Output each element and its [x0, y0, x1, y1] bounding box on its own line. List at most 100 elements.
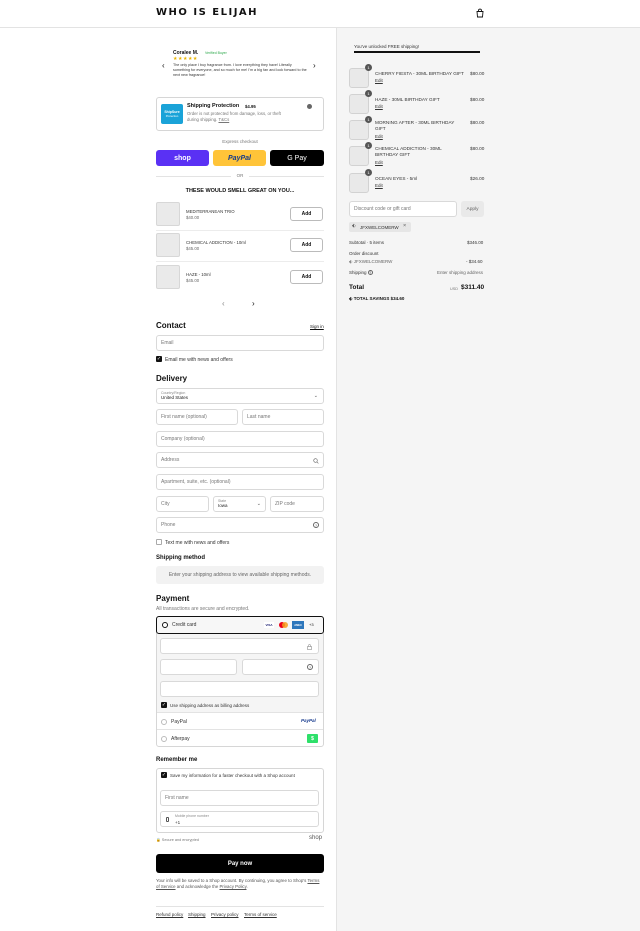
paypal-button[interactable]: PayPal	[213, 150, 266, 166]
product-thumb	[349, 173, 369, 193]
mobile-phone-field[interactable]: Mobile phone number +1	[160, 811, 319, 827]
carousel-prev-button[interactable]: ‹	[162, 61, 165, 70]
shipping-method-heading: Shipping method	[156, 555, 205, 561]
state-select[interactable]: State Iowa ⌄	[213, 496, 266, 512]
brand-logo[interactable]: WHO IS ELIJAH	[156, 7, 258, 18]
help-icon[interactable]: ?	[307, 664, 313, 670]
legal-text-part2: and acknowledge the	[176, 883, 219, 889]
discount-code-label: JFXWELCOMERW	[353, 259, 393, 264]
cvv-field[interactable]: ?	[242, 659, 319, 675]
upsell-divider	[156, 230, 324, 231]
payment-heading: Payment	[156, 594, 190, 603]
first-name-field[interactable]: First name (optional)	[156, 409, 238, 425]
footer-link-shipping[interactable]: Shipping	[188, 912, 206, 918]
product-thumb	[349, 146, 369, 166]
search-icon	[313, 458, 319, 464]
email-field[interactable]: Email	[156, 335, 324, 351]
carousel-next-button[interactable]: ›	[313, 61, 316, 70]
edit-link[interactable]: Edit	[375, 134, 383, 140]
total-savings: ⬖ TOTAL SAVINGS $34.60	[349, 296, 404, 302]
upsell-add-button[interactable]: Add	[290, 238, 323, 252]
footer-link-terms[interactable]: Terms of service	[244, 912, 277, 918]
savings-value: $34.60	[390, 296, 405, 301]
billing-same-label: Use shipping address as billing address	[170, 703, 250, 708]
help-icon[interactable]: ?	[367, 270, 373, 275]
upsell-prev-icon[interactable]: ‹	[222, 299, 225, 308]
shop-pay-button[interactable]: shop	[156, 150, 209, 166]
more-cards-badge: +3	[309, 622, 314, 627]
item-price: $80.00	[470, 146, 485, 151]
credit-card-radio[interactable]	[162, 622, 168, 628]
upsell-item-name: MEDITERRANEAN TRIO	[186, 209, 235, 214]
afterpay-radio[interactable]	[161, 736, 167, 742]
paypal-option[interactable]: PayPal PayPal	[157, 714, 323, 730]
phone-field[interactable]: Phone ?	[156, 517, 324, 533]
review-text: The only place I buy fragrance from. I l…	[173, 63, 307, 77]
secure-encrypted-label: Secure and encrypted	[161, 838, 199, 842]
google-pay-button[interactable]: G Pay	[270, 150, 324, 166]
name-on-card-field[interactable]	[160, 681, 319, 697]
item-name: OCEAN EYES - 5ml	[375, 176, 418, 181]
upsell-add-button[interactable]: Add	[290, 270, 323, 284]
edit-link[interactable]: Edit	[375, 104, 383, 110]
subtotal-label: Subtotal · 5 items	[349, 240, 385, 245]
last-name-field[interactable]: Last name	[242, 409, 324, 425]
expiry-field[interactable]	[160, 659, 237, 675]
card-number-field[interactable]	[160, 638, 319, 654]
paypal-logo: PayPal	[301, 718, 316, 723]
address-field[interactable]: Address	[156, 452, 324, 468]
apply-button[interactable]: Apply	[461, 201, 484, 217]
paypal-option-label: PayPal	[171, 719, 187, 725]
upsell-title: THESE WOULD SMELL GREAT ON YOU...	[185, 188, 295, 194]
afterpay-option[interactable]: Afterpay $	[157, 731, 323, 747]
company-field[interactable]: Company (optional)	[156, 431, 324, 447]
credit-card-option[interactable]: Credit card VISA AMEX +3	[156, 616, 324, 634]
item-price: $26.00	[470, 176, 485, 181]
mastercard-icon	[278, 622, 288, 628]
privacy-link[interactable]: Privacy Policy	[220, 884, 247, 889]
order-discount-label: Order discount	[349, 251, 379, 256]
tag-icon: ⬖	[349, 259, 353, 264]
footer-link-privacy[interactable]: Privacy policy	[211, 912, 239, 918]
signin-link[interactable]: Sign in	[310, 324, 324, 329]
credit-card-label: Credit card	[172, 622, 197, 628]
shipping-protection-card[interactable]: ShipSure Protection Shipping Protection …	[156, 97, 324, 131]
remember-heading: Remember me	[156, 757, 198, 763]
remove-code-icon[interactable]: ×	[403, 223, 406, 229]
upsell-thumb	[156, 265, 180, 289]
edit-link[interactable]: Edit	[375, 160, 383, 166]
email-news-checkbox[interactable]: ✓	[156, 356, 162, 362]
footer-divider	[156, 906, 324, 907]
protection-tcs-link[interactable]: T&Cs	[218, 117, 229, 122]
header: WHO IS ELIJAH	[0, 0, 640, 28]
legal-text-part3: .	[246, 883, 248, 889]
remember-checkbox[interactable]: ✓	[161, 772, 167, 778]
footer-link-refund[interactable]: Refund policy	[156, 912, 183, 918]
edit-link[interactable]: Edit	[375, 183, 383, 189]
amex-icon: AMEX	[292, 621, 304, 629]
chevron-down-icon: ⌄	[313, 393, 318, 399]
upsell-add-button[interactable]: Add	[290, 207, 323, 221]
paypal-radio[interactable]	[161, 719, 167, 725]
country-select[interactable]: Country/Region United States ⌄	[156, 388, 324, 404]
pay-now-button[interactable]: Pay now	[156, 854, 324, 873]
upsell-next-icon[interactable]: ›	[252, 299, 255, 308]
upsell-item-price: $40.00	[186, 215, 200, 220]
discount-code-field[interactable]: Discount code or gift card	[349, 201, 457, 217]
billing-same-checkbox[interactable]: ✓	[161, 702, 167, 708]
help-icon[interactable]: ?	[313, 522, 319, 528]
city-field[interactable]: City	[156, 496, 209, 512]
protection-toggle[interactable]	[307, 104, 312, 109]
apartment-field[interactable]: Apartment, suite, etc. (optional)	[156, 474, 324, 490]
express-checkout-label: Express checkout	[222, 139, 258, 144]
mobile-phone-label: Mobile phone number	[175, 814, 209, 818]
pay-now-label: Pay now	[227, 860, 253, 867]
remember-label: Save my information for a faster checkou…	[170, 773, 295, 778]
upsell-divider	[156, 261, 324, 262]
bag-icon[interactable]	[475, 8, 485, 18]
edit-link[interactable]: Edit	[375, 78, 383, 84]
remember-first-name-field[interactable]: First name	[160, 790, 319, 806]
zip-field[interactable]: ZIP code	[270, 496, 324, 512]
text-news-checkbox[interactable]	[156, 539, 162, 545]
free-shipping-progress-fill	[354, 51, 480, 53]
